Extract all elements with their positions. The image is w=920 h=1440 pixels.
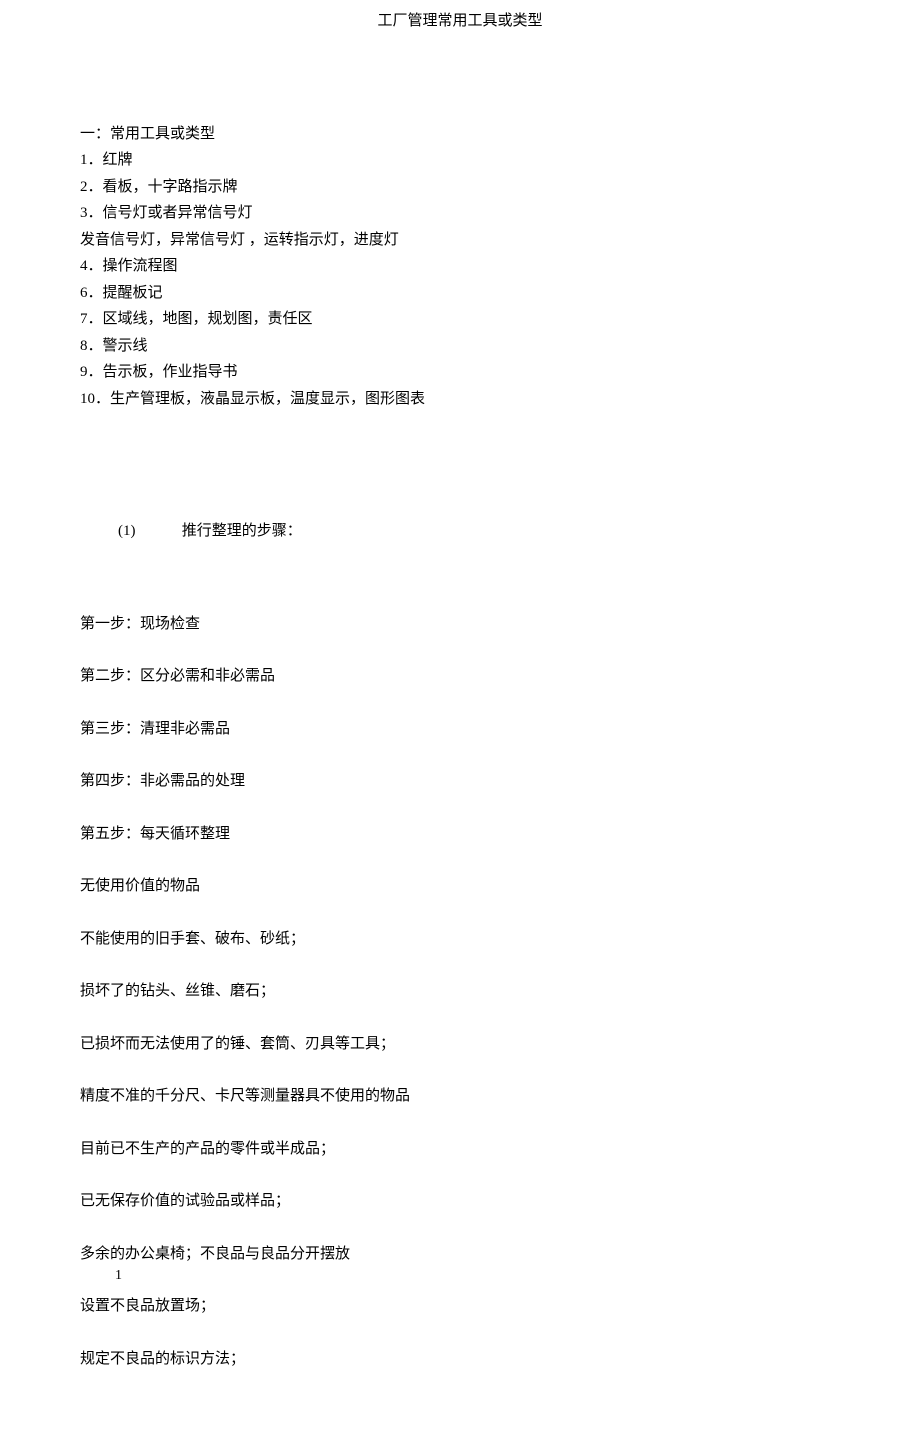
- list-item: 7．区域线，地图，规划图，责任区: [80, 308, 840, 331]
- list-item: 6．提醒板记: [80, 282, 840, 305]
- list-item: 3．信号灯或者异常信号灯: [80, 202, 840, 225]
- section2-title: 推行整理的步骤：: [182, 523, 302, 539]
- body-line: 已损坏而无法使用了的锤、套筒、刃具等工具；: [80, 1033, 840, 1056]
- page-header-title: 工厂管理常用工具或类型: [0, 0, 920, 123]
- list-item: 4．操作流程图: [80, 255, 840, 278]
- step-line: 第五步：每天循环整理: [80, 823, 840, 846]
- body-line: 不能使用的旧手套、破布、砂纸；: [80, 928, 840, 951]
- step-line: 第二步：区分必需和非必需品: [80, 665, 840, 688]
- list-item: 8．警示线: [80, 335, 840, 358]
- step-line: 第一步：现场检查: [80, 613, 840, 636]
- list-item: 2．看板，十字路指示牌: [80, 176, 840, 199]
- body-line: 多余的办公桌椅；不良品与良品分开摆放: [80, 1243, 840, 1266]
- section2-heading: (1) 推行整理的步骤：: [80, 520, 840, 543]
- section1-heading: 一：常用工具或类型: [80, 123, 840, 146]
- body-line: 已无保存价值的试验品或样品；: [80, 1190, 840, 1213]
- body-line: 损坏了的钻头、丝锥、磨石；: [80, 980, 840, 1003]
- list-sub-item: 发音信号灯，异常信号灯 ，运转指示灯，进度灯: [80, 229, 840, 252]
- step-line: 第四步：非必需品的处理: [80, 770, 840, 793]
- page-number: 1: [115, 1265, 122, 1286]
- step-line: 第三步：清理非必需品: [80, 718, 840, 741]
- list-item: 1．红牌: [80, 149, 840, 172]
- body-line: 设置不良品放置场；: [80, 1295, 840, 1318]
- body-line: 无使用价值的物品: [80, 875, 840, 898]
- page-content: 一：常用工具或类型 1．红牌 2．看板，十字路指示牌 3．信号灯或者异常信号灯 …: [0, 123, 920, 1440]
- body-line: 目前已不生产的产品的零件或半成品；: [80, 1138, 840, 1161]
- body-line: 精度不准的千分尺、卡尺等测量器具不使用的物品: [80, 1085, 840, 1108]
- list-item: 10．生产管理板，液晶显示板，温度显示，图形图表: [80, 388, 840, 411]
- body-line: 规定不良品的标识方法；: [80, 1348, 840, 1371]
- list-item: 9．告示板，作业指导书: [80, 361, 840, 384]
- section2-number: (1): [118, 520, 178, 543]
